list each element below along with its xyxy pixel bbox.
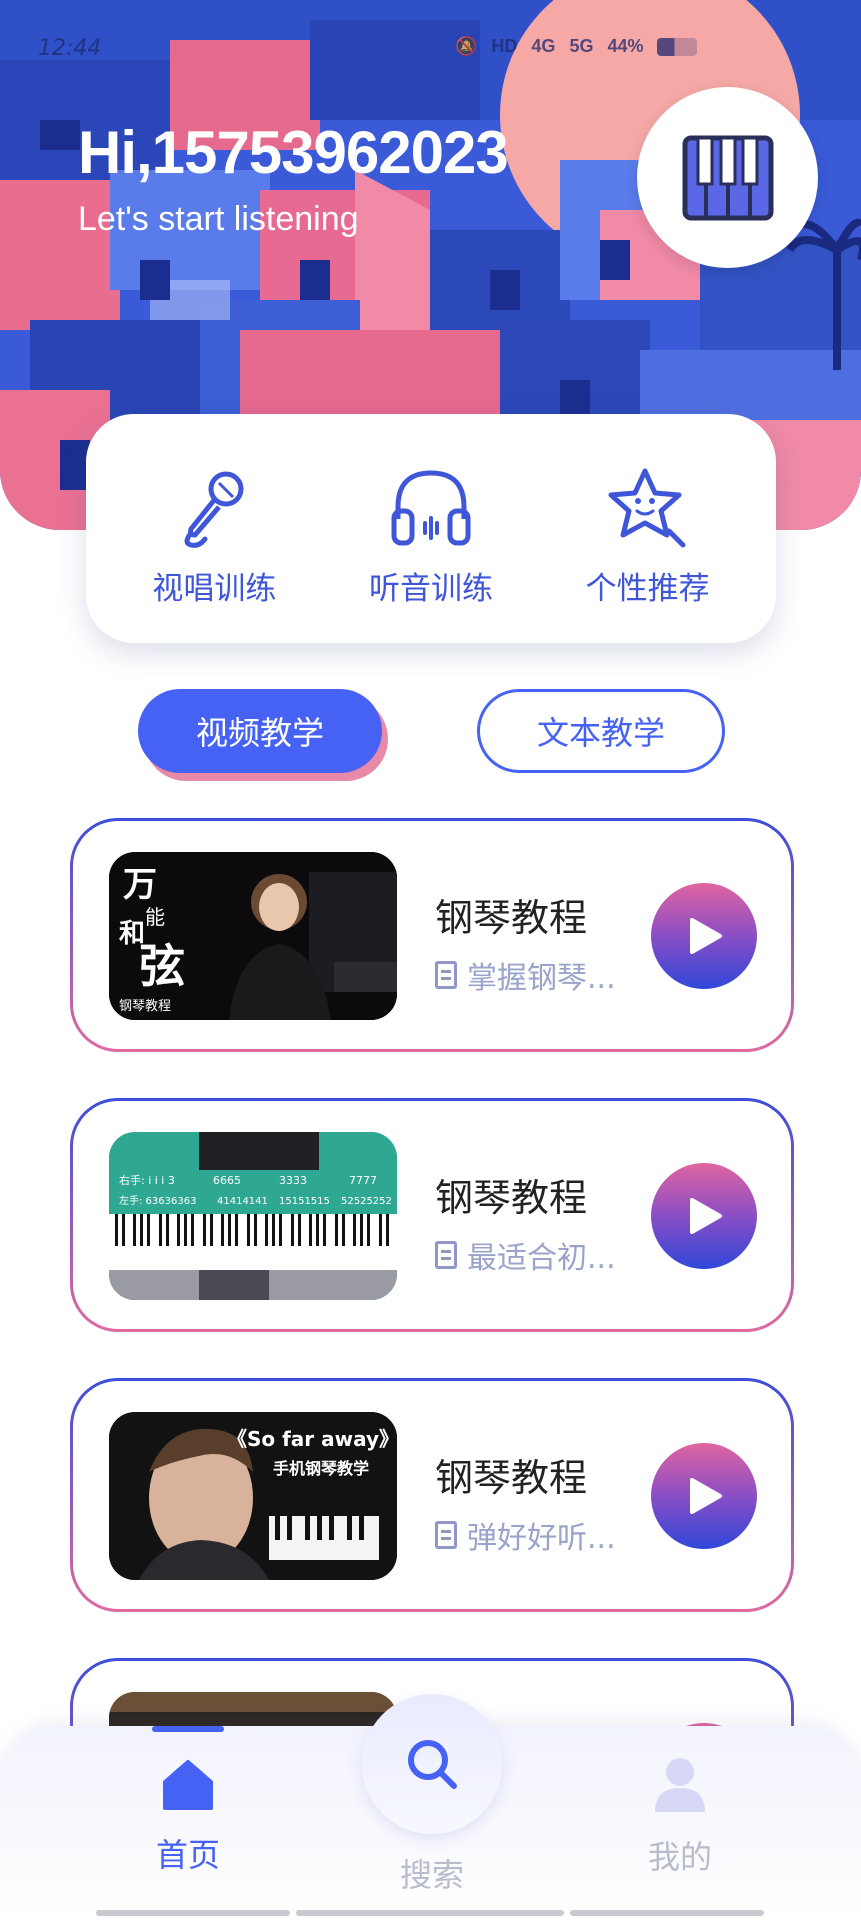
tab-video-teaching[interactable]: 视频教学 (138, 689, 382, 773)
thumb-caption: 钢琴教程 (119, 998, 171, 1014)
thumb-title: 《So far away》 (227, 1427, 397, 1451)
headphones-icon (391, 470, 471, 546)
course-desc-text: 弹好好听... (467, 1521, 616, 1556)
thumb-text: 3333 (279, 1174, 307, 1187)
user-icon (655, 1758, 705, 1812)
hd-badge: HD (491, 36, 518, 56)
thumb-subtitle: 手机钢琴教学 (273, 1459, 369, 1478)
bottom-nav: 首页 搜索 我的 (0, 1694, 861, 1920)
signal-5g: 5G (569, 36, 594, 56)
feature-label: 个性推荐 (585, 571, 710, 607)
star-icon (608, 468, 686, 548)
battery-icon (657, 37, 698, 56)
nav-mine[interactable]: 我的 (620, 1756, 740, 1878)
thumb-char: 能 (145, 905, 165, 929)
tab-text-teaching[interactable]: 文本教学 (477, 689, 725, 773)
course-title: 钢琴教程 (435, 896, 588, 940)
course-title: 钢琴教程 (435, 1176, 588, 1220)
search-button[interactable] (362, 1694, 502, 1834)
feature-ear-training[interactable]: 听音训练 (331, 449, 531, 608)
greeting-title: Hi,15753962023 (78, 119, 509, 186)
status-bar: 12:44 🔕 HD 4G 5G 44% (0, 0, 861, 100)
thumb-text: 41414141 (217, 1196, 268, 1207)
nav-search-label: 搜索 (399, 1856, 464, 1894)
thumb-text: 52525252 (341, 1196, 392, 1207)
course-desc: 掌握钢琴... (435, 953, 616, 997)
microphone-icon (184, 471, 244, 548)
home-icon (163, 1760, 213, 1810)
thumb-text: 7777 (349, 1174, 377, 1187)
play-button[interactable] (651, 883, 757, 989)
nav-home-label: 首页 (155, 1836, 220, 1874)
active-indicator (152, 1726, 224, 1732)
course-card[interactable]: 右手: i i i 3 6665 3333 7777 左手: 63636363 … (70, 1098, 794, 1332)
signal-4g: 4G (531, 36, 556, 56)
course-desc: 最适合初... (435, 1233, 616, 1277)
play-button[interactable] (651, 1163, 757, 1269)
course-desc: 弹好好听... (435, 1513, 616, 1557)
course-title: 钢琴教程 (435, 1456, 588, 1500)
gesture-bar (570, 1910, 764, 1916)
battery-percent: 44% (607, 36, 644, 56)
gesture-bar (96, 1910, 290, 1916)
document-icon (435, 1241, 457, 1269)
thumb-char: 万 (123, 865, 157, 905)
thumb-text: 右手: i i i 3 (119, 1173, 175, 1187)
feature-label: 视唱训练 (152, 571, 277, 607)
nav-mine-label: 我的 (647, 1838, 712, 1876)
search-icon (408, 1740, 457, 1789)
piano-icon (682, 135, 773, 220)
piano-badge[interactable] (637, 87, 818, 268)
course-thumbnail: 右手: i i i 3 6665 3333 7777 左手: 63636363 … (109, 1132, 397, 1300)
thumb-text: 6665 (213, 1174, 241, 1187)
play-icon (690, 1478, 722, 1514)
thumb-text: 左手: 63636363 (119, 1194, 196, 1207)
mute-icon: 🔕 (455, 36, 478, 56)
document-icon (435, 961, 457, 989)
thumb-text: 15151515 (279, 1196, 330, 1207)
document-icon (435, 1521, 457, 1549)
thumb-char: 弦 (139, 939, 185, 993)
feature-recommend[interactable]: 个性推荐 (548, 449, 748, 608)
course-desc-text: 掌握钢琴... (467, 961, 616, 996)
nav-search[interactable]: 搜索 (362, 1694, 502, 1896)
course-card[interactable]: 《So far away》 手机钢琴教学 钢琴教程 弹好好听... (70, 1378, 794, 1612)
play-button[interactable] (651, 1443, 757, 1549)
feature-sight-singing[interactable]: 视唱训练 (114, 449, 314, 608)
course-thumbnail: 万 能 和 弦 钢琴教程 (109, 852, 397, 1020)
status-time: 12:44 (38, 36, 102, 61)
feature-label: 听音训练 (368, 571, 493, 607)
gesture-bar (296, 1910, 564, 1916)
greeting-subtitle: Let's start listening (78, 200, 359, 238)
nav-home[interactable]: 首页 (130, 1726, 246, 1876)
play-icon (690, 918, 722, 954)
course-thumbnail: 《So far away》 手机钢琴教学 (109, 1412, 397, 1580)
course-card[interactable]: 万 能 和 弦 钢琴教程 钢琴教程 掌握钢琴... (70, 818, 794, 1052)
status-icons: 🔕 HD 4G 5G 44% (455, 36, 698, 57)
feature-card: 视唱训练 听音训练 个性推荐 (86, 414, 776, 643)
course-desc-text: 最适合初... (467, 1241, 616, 1276)
play-icon (690, 1198, 722, 1234)
